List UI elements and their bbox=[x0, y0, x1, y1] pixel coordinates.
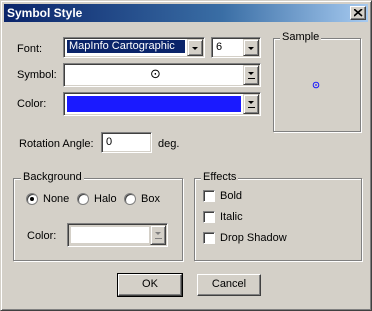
bold-label: Bold bbox=[220, 190, 243, 202]
background-color-picker[interactable] bbox=[67, 223, 168, 247]
underline-bar bbox=[155, 238, 162, 239]
dialog-title: Symbol Style bbox=[7, 6, 83, 20]
rotation-input[interactable]: 0 bbox=[101, 132, 152, 153]
rotation-value: 0 bbox=[106, 136, 113, 148]
font-label: Font: bbox=[17, 43, 43, 55]
font-size-select[interactable]: 6 bbox=[211, 37, 261, 58]
symbol-dropdown-button[interactable] bbox=[243, 65, 259, 85]
drop-shadow-label: Drop Shadow bbox=[220, 232, 287, 244]
font-select-value: MapInfo Cartographic bbox=[67, 40, 185, 53]
color-picker[interactable] bbox=[63, 92, 261, 116]
chevron-down-icon bbox=[192, 47, 198, 50]
font-size-value: 6 bbox=[216, 41, 223, 53]
italic-label: Italic bbox=[220, 211, 243, 223]
background-group bbox=[13, 178, 183, 261]
title-bar[interactable]: Symbol Style bbox=[4, 4, 368, 22]
radio-none-label: None bbox=[43, 193, 70, 205]
radio-halo-label: Halo bbox=[94, 193, 117, 205]
font-size-dropdown-button[interactable] bbox=[243, 39, 259, 56]
effects-title: Effects bbox=[201, 171, 239, 183]
symbol-picker[interactable]: ⊙ bbox=[63, 63, 261, 87]
deg-label: deg. bbox=[158, 138, 180, 150]
background-color-swatch bbox=[71, 227, 149, 243]
italic-checkbox[interactable] bbox=[203, 211, 215, 223]
drop-shadow-checkbox[interactable] bbox=[203, 232, 215, 244]
radio-box[interactable] bbox=[124, 193, 136, 205]
underline-bar bbox=[248, 107, 255, 108]
radio-halo[interactable] bbox=[77, 193, 89, 205]
underline-bar bbox=[248, 78, 255, 79]
symbol-preview: ⊙ bbox=[150, 66, 161, 81]
cancel-button[interactable]: Cancel bbox=[197, 274, 261, 296]
color-label: Color: bbox=[17, 98, 47, 110]
background-color-label: Color: bbox=[27, 230, 57, 242]
symbol-style-dialog: Symbol Style Font: MapInfo Cartographic … bbox=[0, 0, 372, 311]
chevron-down-icon bbox=[248, 72, 254, 75]
close-button[interactable] bbox=[350, 6, 366, 20]
rotation-label: Rotation Angle: bbox=[19, 138, 94, 150]
symbol-label: Symbol: bbox=[17, 69, 57, 81]
sample-symbol-icon bbox=[312, 81, 320, 89]
ok-button[interactable]: OK bbox=[117, 273, 183, 297]
color-dropdown-button[interactable] bbox=[243, 94, 259, 114]
font-dropdown-button[interactable] bbox=[187, 39, 203, 56]
background-color-dropdown-button[interactable] bbox=[150, 225, 166, 245]
close-icon bbox=[354, 9, 363, 17]
radio-none[interactable] bbox=[26, 193, 38, 205]
bold-checkbox[interactable] bbox=[203, 190, 215, 202]
color-swatch bbox=[67, 96, 241, 112]
chevron-down-icon bbox=[248, 47, 254, 50]
radio-dot bbox=[30, 197, 34, 201]
radio-box-label: Box bbox=[141, 193, 160, 205]
font-select[interactable]: MapInfo Cartographic bbox=[63, 37, 205, 58]
chevron-down-icon bbox=[248, 101, 254, 104]
chevron-down-icon bbox=[155, 232, 161, 235]
background-title: Background bbox=[21, 171, 84, 183]
sample-title: Sample bbox=[280, 31, 322, 43]
